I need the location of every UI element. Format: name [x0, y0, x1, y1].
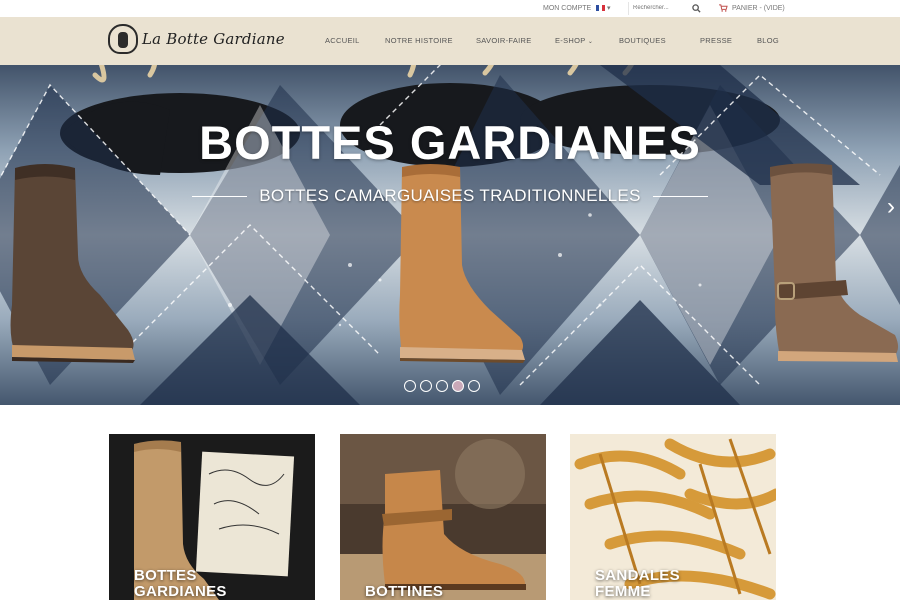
french-flag-icon [596, 5, 605, 11]
subtitle-divider-right [652, 196, 708, 198]
hero-title: BOTTES GARDIANES [199, 116, 701, 169]
slider-dot[interactable] [404, 380, 416, 392]
card-title-line1: BOTTINES [365, 583, 444, 600]
card-image-bottines [340, 434, 546, 600]
cart-icon [719, 4, 728, 12]
top-utility-bar: MON COMPTE ▾ PANIER - (VIDE) [0, 0, 900, 17]
main-header: La Botte Gardiane ACCUEIL NOTRE HISTOIRE… [0, 17, 900, 65]
brand-name: La Botte Gardiane [142, 30, 285, 48]
nav-item-savoir-faire[interactable]: SAVOIR-FAIRE [476, 36, 532, 45]
nav-item-blog[interactable]: BLOG [757, 36, 779, 45]
chevron-down-icon: ⌄ [587, 39, 594, 45]
slider-dot[interactable] [452, 380, 464, 392]
slider-next-arrow-icon[interactable]: › [882, 192, 900, 222]
card-title: BOTTINES [365, 584, 443, 600]
card-title: BOTTES GARDIANES [134, 568, 227, 600]
cart-label: PANIER - (VIDE) [732, 4, 785, 12]
brand-logo[interactable]: La Botte Gardiane [108, 24, 285, 54]
hero-subtitle-row: BOTTES CAMARGUAISES TRADITIONNELLES [0, 186, 900, 206]
language-selector[interactable]: ▾ [596, 4, 611, 12]
card-title: SANDALES FEMME [595, 568, 680, 600]
subtitle-divider-left [192, 196, 248, 198]
nav-item-notre-histoire[interactable]: NOTRE HISTOIRE [385, 36, 453, 45]
nav-item-presse[interactable]: PRESSE [700, 36, 732, 45]
slider-dot[interactable] [420, 380, 432, 392]
card-title-line1: SANDALES [595, 567, 680, 584]
slider-pagination [404, 380, 480, 392]
nav-item-boutiques[interactable]: BOUTIQUES [619, 36, 666, 45]
category-card-bottines[interactable]: BOTTINES [340, 434, 546, 600]
my-account-link[interactable]: MON COMPTE [543, 5, 591, 12]
horseshoe-logo-icon [108, 24, 138, 54]
nav-item-e-shop-label: E-SHOP [555, 36, 586, 45]
hero-subtitle: BOTTES CAMARGUAISES TRADITIONNELLES [259, 186, 641, 205]
search-box [628, 2, 704, 15]
category-card-bottes-gardianes[interactable]: BOTTES GARDIANES [109, 434, 315, 600]
slider-dot[interactable] [436, 380, 448, 392]
nav-item-accueil[interactable]: ACCUEIL [325, 36, 360, 45]
card-title-line1: BOTTES [134, 567, 197, 584]
cart-link[interactable]: PANIER - (VIDE) [719, 4, 785, 12]
search-icon[interactable] [692, 4, 701, 15]
slider-dot[interactable] [468, 380, 480, 392]
chevron-down-icon: ▾ [607, 5, 611, 12]
nav-item-e-shop[interactable]: E-SHOP ⌄ [555, 36, 593, 45]
card-title-line2: FEMME [595, 583, 651, 600]
card-title-line2: GARDIANES [134, 583, 227, 600]
category-card-sandales-femme[interactable]: SANDALES FEMME [570, 434, 776, 600]
search-input[interactable] [629, 2, 687, 13]
hero-slider: BOTTES GARDIANES BOTTES CAMARGUAISES TRA… [0, 65, 900, 405]
